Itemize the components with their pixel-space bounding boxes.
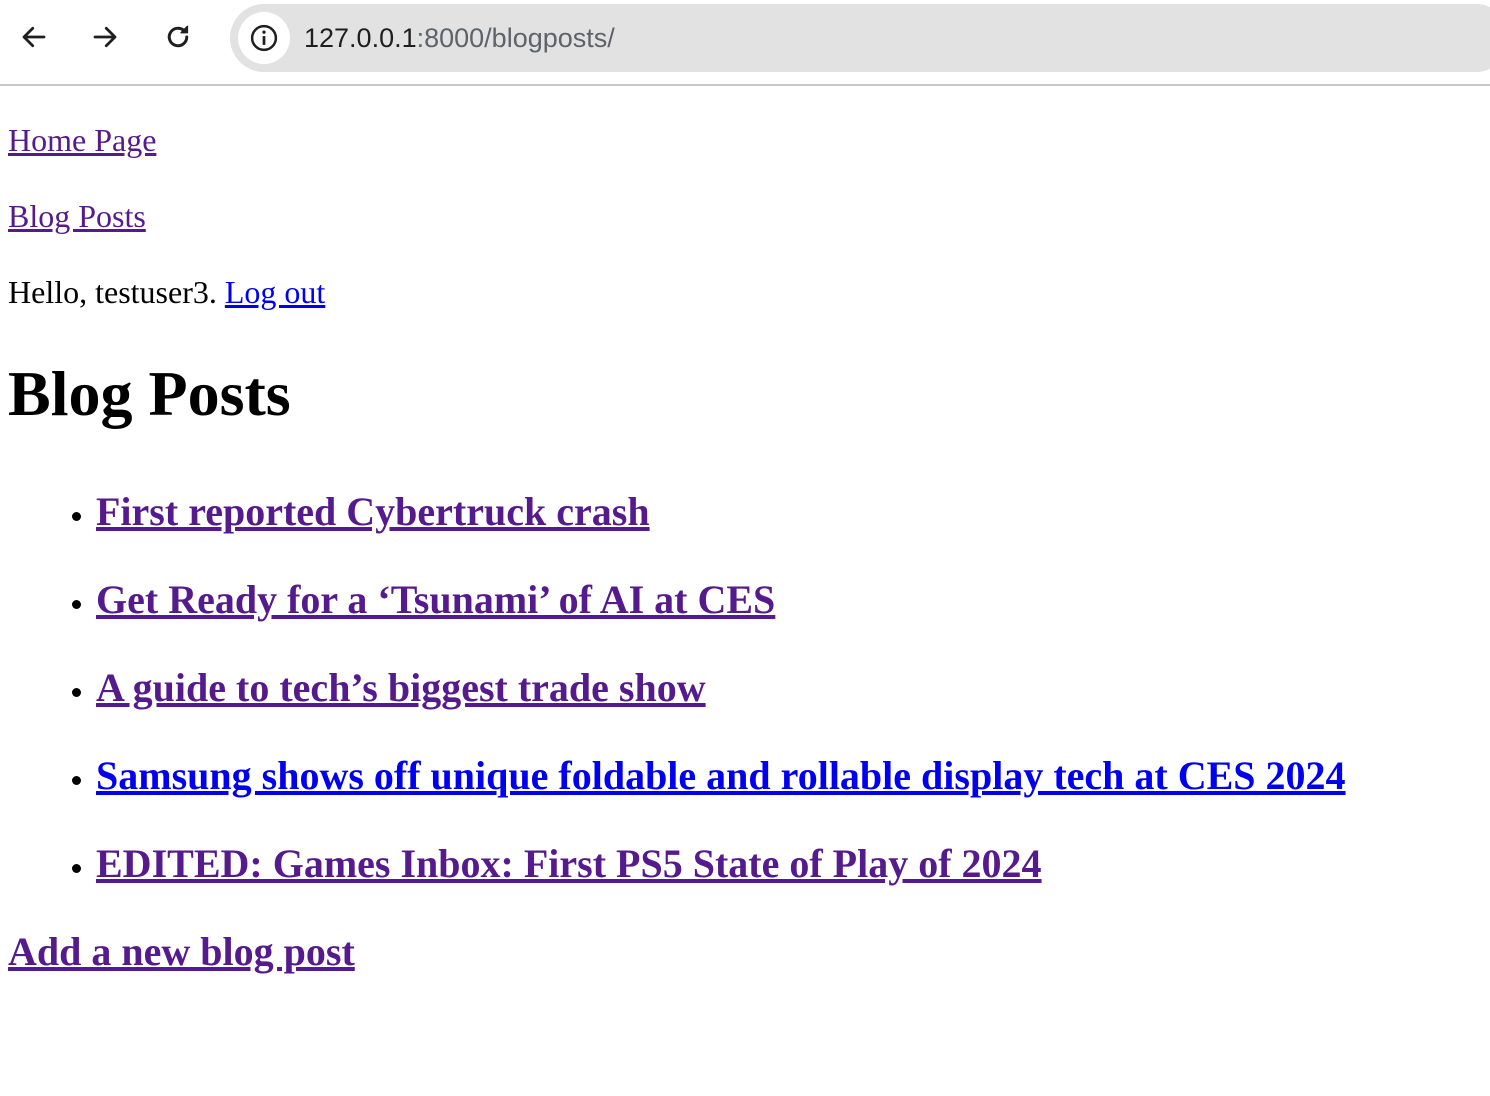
blog-posts-link[interactable]: Blog Posts (8, 198, 146, 234)
post-link[interactable]: A guide to tech’s biggest trade show (96, 665, 706, 710)
nav-blog-paragraph: Blog Posts (8, 197, 146, 235)
post-link[interactable]: EDITED: Games Inbox: First PS5 State of … (96, 841, 1042, 886)
logout-link[interactable]: Log out (225, 274, 325, 310)
greeting-paragraph: Hello, testuser3. Log out (8, 273, 325, 311)
page-content: Home Page Blog Posts Hello, testuser3. L… (0, 88, 1490, 1096)
info-circle-icon (250, 24, 278, 52)
post-title-heading: A guide to tech’s biggest trade show (96, 665, 706, 710)
post-link[interactable]: First reported Cybertruck crash (96, 489, 650, 534)
nav-home-paragraph: Home Page (8, 121, 156, 159)
add-new-post-link[interactable]: Add a new blog post (8, 929, 355, 974)
page-title: Blog Posts (8, 358, 291, 429)
url-text[interactable]: 127.0.0.1:8000/blogposts/ (304, 20, 615, 56)
site-info-button[interactable] (238, 12, 290, 64)
arrow-right-icon (93, 26, 117, 48)
forward-button[interactable] (85, 17, 125, 57)
browser-toolbar: 127.0.0.1:8000/blogposts/ (0, 0, 1490, 86)
arrow-left-icon (22, 26, 46, 48)
list-item: Samsung shows off unique foldable and ro… (96, 752, 1478, 840)
blog-post-list: First reported Cybertruck crash Get Read… (8, 488, 1478, 928)
post-title-heading: EDITED: Games Inbox: First PS5 State of … (96, 841, 1042, 886)
post-link[interactable]: Samsung shows off unique foldable and ro… (96, 753, 1346, 798)
list-item: EDITED: Games Inbox: First PS5 State of … (96, 840, 1478, 928)
post-link[interactable]: Get Ready for a ‘Tsunami’ of AI at CES (96, 577, 775, 622)
url-path: :8000/blogposts/ (416, 23, 615, 53)
reload-button[interactable] (158, 17, 198, 57)
add-post-heading: Add a new blog post (8, 928, 355, 976)
greeting-text: Hello, testuser3. (8, 274, 217, 310)
list-item: A guide to tech’s biggest trade show (96, 664, 1478, 752)
post-title-heading: Samsung shows off unique foldable and ro… (96, 753, 1346, 798)
list-item: First reported Cybertruck crash (96, 488, 1478, 576)
post-title-heading: Get Ready for a ‘Tsunami’ of AI at CES (96, 577, 775, 622)
post-title-heading: First reported Cybertruck crash (96, 489, 650, 534)
reload-icon (167, 25, 189, 48)
url-host: 127.0.0.1 (304, 23, 417, 53)
address-bar[interactable]: 127.0.0.1:8000/blogposts/ (230, 4, 1490, 72)
list-item: Get Ready for a ‘Tsunami’ of AI at CES (96, 576, 1478, 664)
back-button[interactable] (14, 17, 54, 57)
home-page-link[interactable]: Home Page (8, 122, 156, 158)
